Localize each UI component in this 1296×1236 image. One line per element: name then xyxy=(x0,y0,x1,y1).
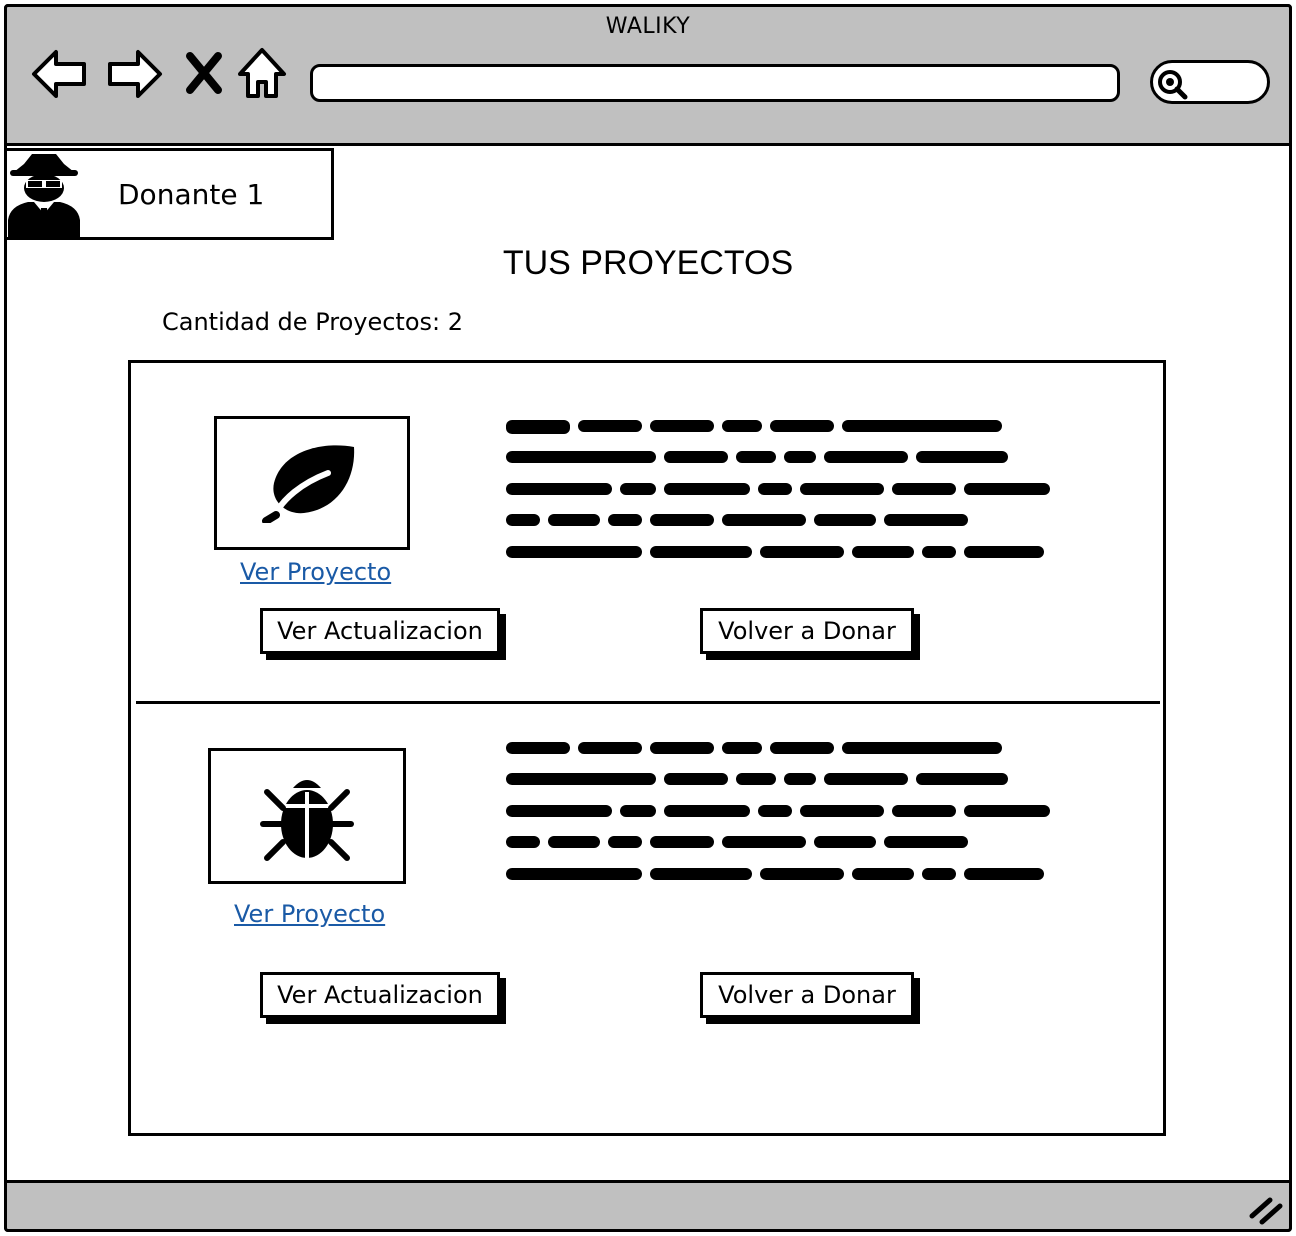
project-description xyxy=(506,740,1066,890)
view-project-link[interactable]: Ver Proyecto xyxy=(234,900,385,928)
close-icon xyxy=(186,52,222,94)
bug-icon xyxy=(260,780,354,861)
donate-again-button[interactable]: Volver a Donar xyxy=(700,972,914,1018)
home-button[interactable] xyxy=(234,44,294,104)
spy-avatar-icon xyxy=(4,150,84,238)
donate-again-button[interactable]: Volver a Donar xyxy=(700,608,914,654)
search-icon xyxy=(1158,70,1188,100)
back-button[interactable] xyxy=(30,44,90,104)
page-title: TUS PROYECTOS xyxy=(502,244,794,282)
home-icon xyxy=(238,48,286,98)
leaf-icon xyxy=(262,445,355,523)
project-image xyxy=(214,416,410,550)
project-image xyxy=(208,748,406,884)
divider xyxy=(136,701,1160,704)
back-arrow-icon xyxy=(32,50,86,98)
view-updates-button[interactable]: Ver Actualizacion xyxy=(260,608,500,654)
window-title: WALIKY xyxy=(605,14,691,39)
search-field[interactable] xyxy=(1150,60,1270,104)
stop-button[interactable] xyxy=(180,44,240,104)
view-updates-button[interactable]: Ver Actualizacion xyxy=(260,972,500,1018)
user-name: Donante 1 xyxy=(118,178,265,211)
status-bar xyxy=(4,1180,1292,1232)
url-bar[interactable] xyxy=(310,64,1120,102)
resize-grip-icon[interactable] xyxy=(1248,1196,1284,1226)
project-description xyxy=(506,418,1066,568)
view-project-link[interactable]: Ver Proyecto xyxy=(240,558,391,586)
forward-button[interactable] xyxy=(104,44,164,104)
forward-arrow-icon xyxy=(108,50,162,98)
project-count: Cantidad de Proyectos: 2 xyxy=(162,308,464,336)
